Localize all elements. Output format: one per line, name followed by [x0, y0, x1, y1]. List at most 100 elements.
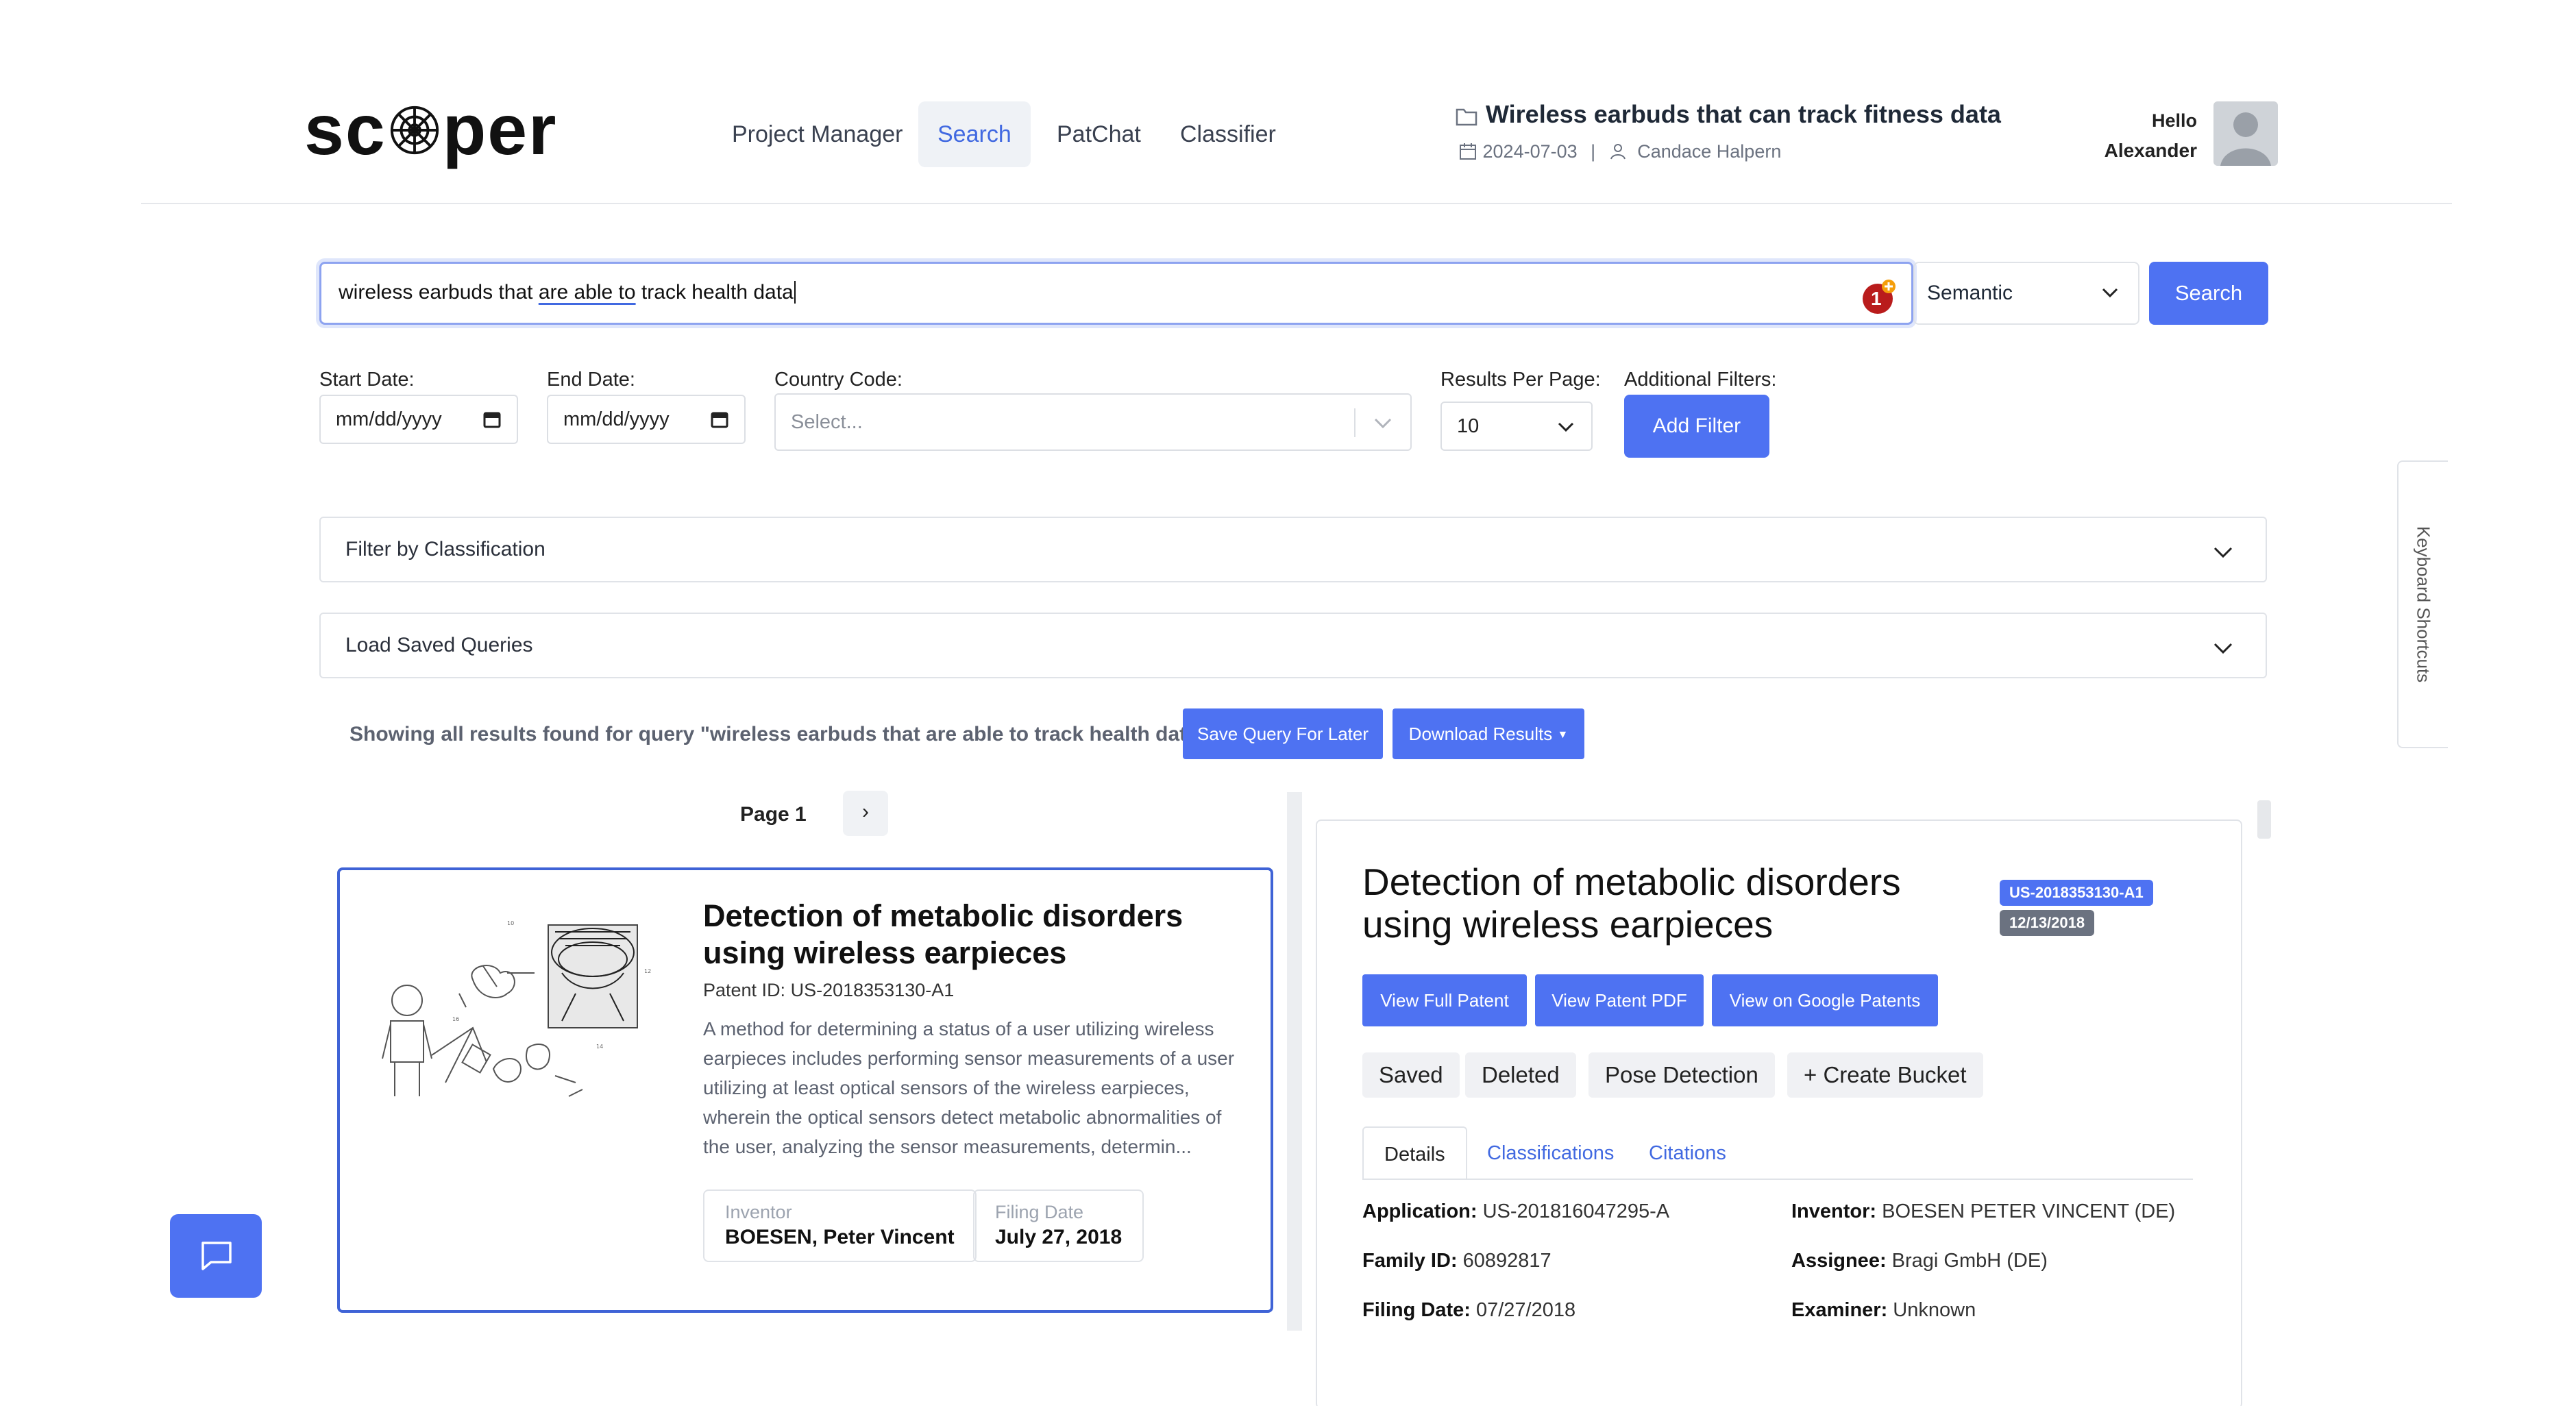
query-part-3: track health data [635, 281, 794, 304]
fact-assignee: Assignee: Bragi GmbH (DE) [1791, 1250, 2048, 1272]
bucket-saved[interactable]: Saved [1362, 1052, 1460, 1098]
avatar[interactable] [2213, 101, 2278, 166]
grammar-badge-icon[interactable]: 1 [1861, 278, 1898, 315]
nav-search[interactable]: Search [918, 101, 1031, 167]
create-bucket-button[interactable]: + Create Bucket [1787, 1052, 1983, 1098]
application-value: US-201816047295-A [1482, 1200, 1670, 1222]
chevron-down-icon [2213, 547, 2233, 558]
keyboard-shortcuts-label: Keyboard Shortcuts [2413, 526, 2434, 683]
scoper-logo[interactable]: sc per [304, 95, 558, 166]
tab-citations[interactable]: Citations [1628, 1126, 1747, 1180]
detail-inventor-value: BOESEN PETER VINCENT (DE) [1882, 1200, 2176, 1222]
family-label: Family ID: [1362, 1250, 1458, 1272]
examiner-value: Unknown [1893, 1299, 1976, 1321]
logo-text-left: sc [304, 90, 387, 170]
end-date-input[interactable]: mm/dd/yyyy [547, 395, 746, 444]
keyboard-shortcuts-tab[interactable]: Keyboard Shortcuts [2397, 460, 2448, 748]
inventor-chip: Inventor BOESEN, Peter Vincent [703, 1189, 977, 1262]
badge-count: 1 [1871, 288, 1882, 309]
project-title[interactable]: Wireless earbuds that can track fitness … [1486, 100, 2001, 129]
inventor-chip-value: BOESEN, Peter Vincent [725, 1226, 955, 1248]
patent-id-badge: US-2018353130-A1 [2000, 880, 2153, 906]
svg-text:16: 16 [452, 1016, 459, 1022]
patent-date-badge: 12/13/2018 [2000, 910, 2095, 936]
country-placeholder: Select... [791, 411, 863, 433]
fact-application: Application: US-201816047295-A [1362, 1200, 1669, 1223]
chat-button[interactable] [170, 1214, 262, 1298]
filter-by-classification-accordion[interactable]: Filter by Classification [319, 517, 2267, 582]
download-results-button[interactable]: Download Results ▼ [1393, 708, 1584, 759]
greeting-text: Hello [2151, 110, 2197, 131]
user-name: Alexander [2104, 140, 2197, 161]
avatar-silhouette-icon [2220, 112, 2271, 166]
svg-text:14: 14 [596, 1044, 603, 1050]
results-per-page-select[interactable]: 10 [1440, 402, 1593, 451]
fact-inventor: Inventor: BOESEN PETER VINCENT (DE) [1791, 1200, 2175, 1223]
examiner-label: Examiner: [1791, 1299, 1888, 1321]
calendar-icon[interactable] [482, 410, 502, 429]
project-owner: Candace Halpern [1637, 141, 1782, 162]
page-indicator: Page 1 [740, 803, 807, 826]
tab-details[interactable]: Details [1362, 1126, 1467, 1180]
result-abstract: A method for determining a status of a u… [703, 1018, 1235, 1157]
download-results-label: Download Results [1408, 724, 1553, 744]
chevron-down-icon [1558, 422, 1574, 432]
user-icon [1610, 144, 1626, 160]
meta-separator: | [1591, 141, 1596, 162]
result-title[interactable]: Detection of metabolic disorders using w… [703, 898, 1251, 972]
logo-text-right: per [442, 90, 558, 170]
start-date-value: mm/dd/yyyy [336, 408, 442, 430]
add-filter-button[interactable]: Add Filter [1624, 395, 1769, 458]
classification-accordion-label: Filter by Classification [345, 538, 545, 560]
view-patent-pdf-button[interactable]: View Patent PDF [1535, 974, 1704, 1026]
country-code-label: Country Code: [774, 369, 903, 391]
select-separator [1354, 408, 1356, 437]
load-saved-queries-accordion[interactable]: Load Saved Queries [319, 613, 2267, 678]
assignee-label: Assignee: [1791, 1250, 1887, 1272]
results-per-page-label: Results Per Page: [1440, 369, 1601, 391]
application-label: Application: [1362, 1200, 1477, 1222]
start-date-input[interactable]: mm/dd/yyyy [319, 395, 518, 444]
query-part-1: wireless earbuds that [339, 281, 539, 304]
save-query-button[interactable]: Save Query For Later [1183, 708, 1383, 759]
bucket-deleted[interactable]: Deleted [1465, 1052, 1576, 1098]
panel-resize-handle[interactable] [1287, 792, 1302, 1331]
saved-queries-accordion-label: Load Saved Queries [345, 634, 533, 656]
tab-underline [1362, 1179, 2193, 1180]
nav-project-manager[interactable]: Project Manager [713, 101, 922, 167]
filing-chip-value: July 27, 2018 [995, 1226, 1123, 1248]
start-date-label: Start Date: [319, 369, 415, 391]
view-google-patents-button[interactable]: View on Google Patents [1712, 974, 1938, 1026]
search-mode-value: Semantic [1927, 282, 2013, 304]
mandala-logo-icon [390, 106, 439, 155]
results-summary-text: Showing all results found for query "wir… [349, 723, 1208, 745]
chat-bubble-icon [201, 1242, 232, 1270]
project-date: 2024-07-03 [1482, 141, 1578, 162]
chevron-down-icon [1374, 418, 1392, 429]
calendar-icon [1460, 143, 1476, 160]
end-date-value: mm/dd/yyyy [563, 408, 670, 430]
chevron-right-icon: › [862, 800, 869, 823]
country-code-select[interactable]: Select... [774, 393, 1412, 451]
family-value: 60892817 [1462, 1250, 1551, 1272]
next-page-button[interactable]: › [843, 791, 888, 836]
project-meta: 2024-07-03 | Candace Halpern [1458, 141, 1781, 162]
panel-scrollbar[interactable] [2257, 800, 2271, 839]
detail-filing-label: Filing Date: [1362, 1299, 1471, 1321]
svg-text:12: 12 [644, 968, 651, 974]
search-button[interactable]: Search [2149, 262, 2268, 325]
nav-patchat[interactable]: PatChat [1038, 101, 1160, 167]
nav-classifier[interactable]: Classifier [1161, 101, 1295, 167]
inventor-chip-label: Inventor [725, 1202, 792, 1222]
search-query-text[interactable]: wireless earbuds that are able to track … [339, 281, 796, 304]
bucket-pose-detection[interactable]: Pose Detection [1588, 1052, 1775, 1098]
header-divider [141, 203, 2452, 204]
results-per-page-value: 10 [1457, 415, 1480, 437]
detail-inventor-label: Inventor: [1791, 1200, 1877, 1222]
patent-drawing-image: 10 12 14 16 [382, 920, 651, 1097]
view-full-patent-button[interactable]: View Full Patent [1362, 974, 1527, 1026]
search-mode-select[interactable]: Semantic [1913, 262, 2139, 325]
tab-classifications[interactable]: Classifications [1467, 1126, 1634, 1180]
calendar-icon[interactable] [710, 410, 729, 429]
end-date-label: End Date: [547, 369, 635, 391]
